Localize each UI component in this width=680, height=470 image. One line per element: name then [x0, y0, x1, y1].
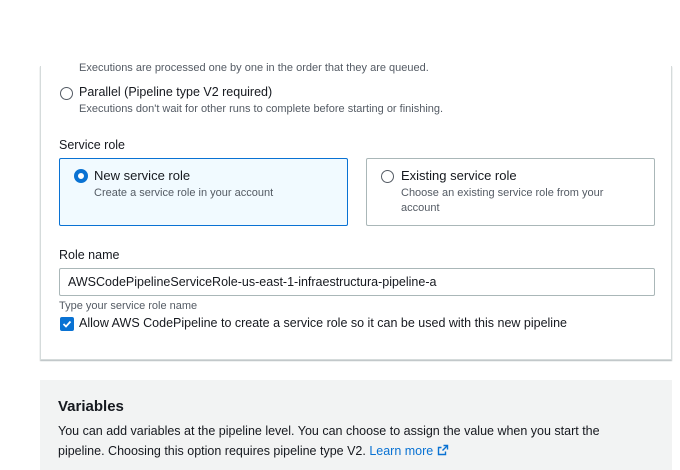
variables-description: You can add variables at the pipeline le… — [58, 421, 648, 461]
parallel-label[interactable]: Parallel (Pipeline type V2 required) — [79, 85, 272, 99]
external-link-icon — [437, 444, 448, 456]
check-icon — [62, 320, 72, 328]
existing-service-role-description-1: Choose an existing service role from you… — [401, 187, 604, 199]
parallel-radio[interactable] — [60, 87, 73, 100]
role-name-hint: Type your service role name — [59, 300, 198, 312]
allow-create-role-checkbox[interactable] — [60, 317, 74, 331]
new-service-role-card[interactable]: New service role Create a service role i… — [59, 158, 348, 226]
variables-section: Variables You can add variables at the p… — [40, 380, 672, 470]
pipeline-settings-panel: Executions are processed one by one in t… — [40, 62, 672, 360]
learn-more-text[interactable]: Learn more — [369, 444, 433, 458]
existing-service-role-card[interactable]: Existing service role Choose an existing… — [366, 158, 655, 226]
role-name-input[interactable]: AWSCodePipelineServiceRole-us-east-1-inf… — [59, 268, 655, 296]
service-role-heading: Service role — [59, 138, 125, 152]
new-service-role-radio[interactable] — [74, 169, 88, 183]
new-service-role-description: Create a service role in your account — [94, 187, 274, 199]
new-service-role-title: New service role — [94, 168, 191, 183]
parallel-description: Executions don't wait for other runs to … — [79, 103, 444, 115]
queued-description: Executions are processed one by one in t… — [79, 62, 429, 74]
learn-more-link[interactable]: Learn more — [369, 444, 448, 458]
variables-description-line1: You can add variables at the pipeline le… — [58, 424, 600, 438]
variables-title: Variables — [58, 398, 124, 415]
existing-service-role-description-2: account — [401, 202, 440, 214]
allow-create-role-label[interactable]: Allow AWS CodePipeline to create a servi… — [79, 316, 567, 330]
existing-service-role-title: Existing service role — [401, 168, 517, 183]
existing-service-role-radio[interactable] — [381, 170, 394, 183]
role-name-label: Role name — [59, 248, 120, 262]
variables-description-line2: pipeline. Choosing this option requires … — [58, 444, 366, 458]
